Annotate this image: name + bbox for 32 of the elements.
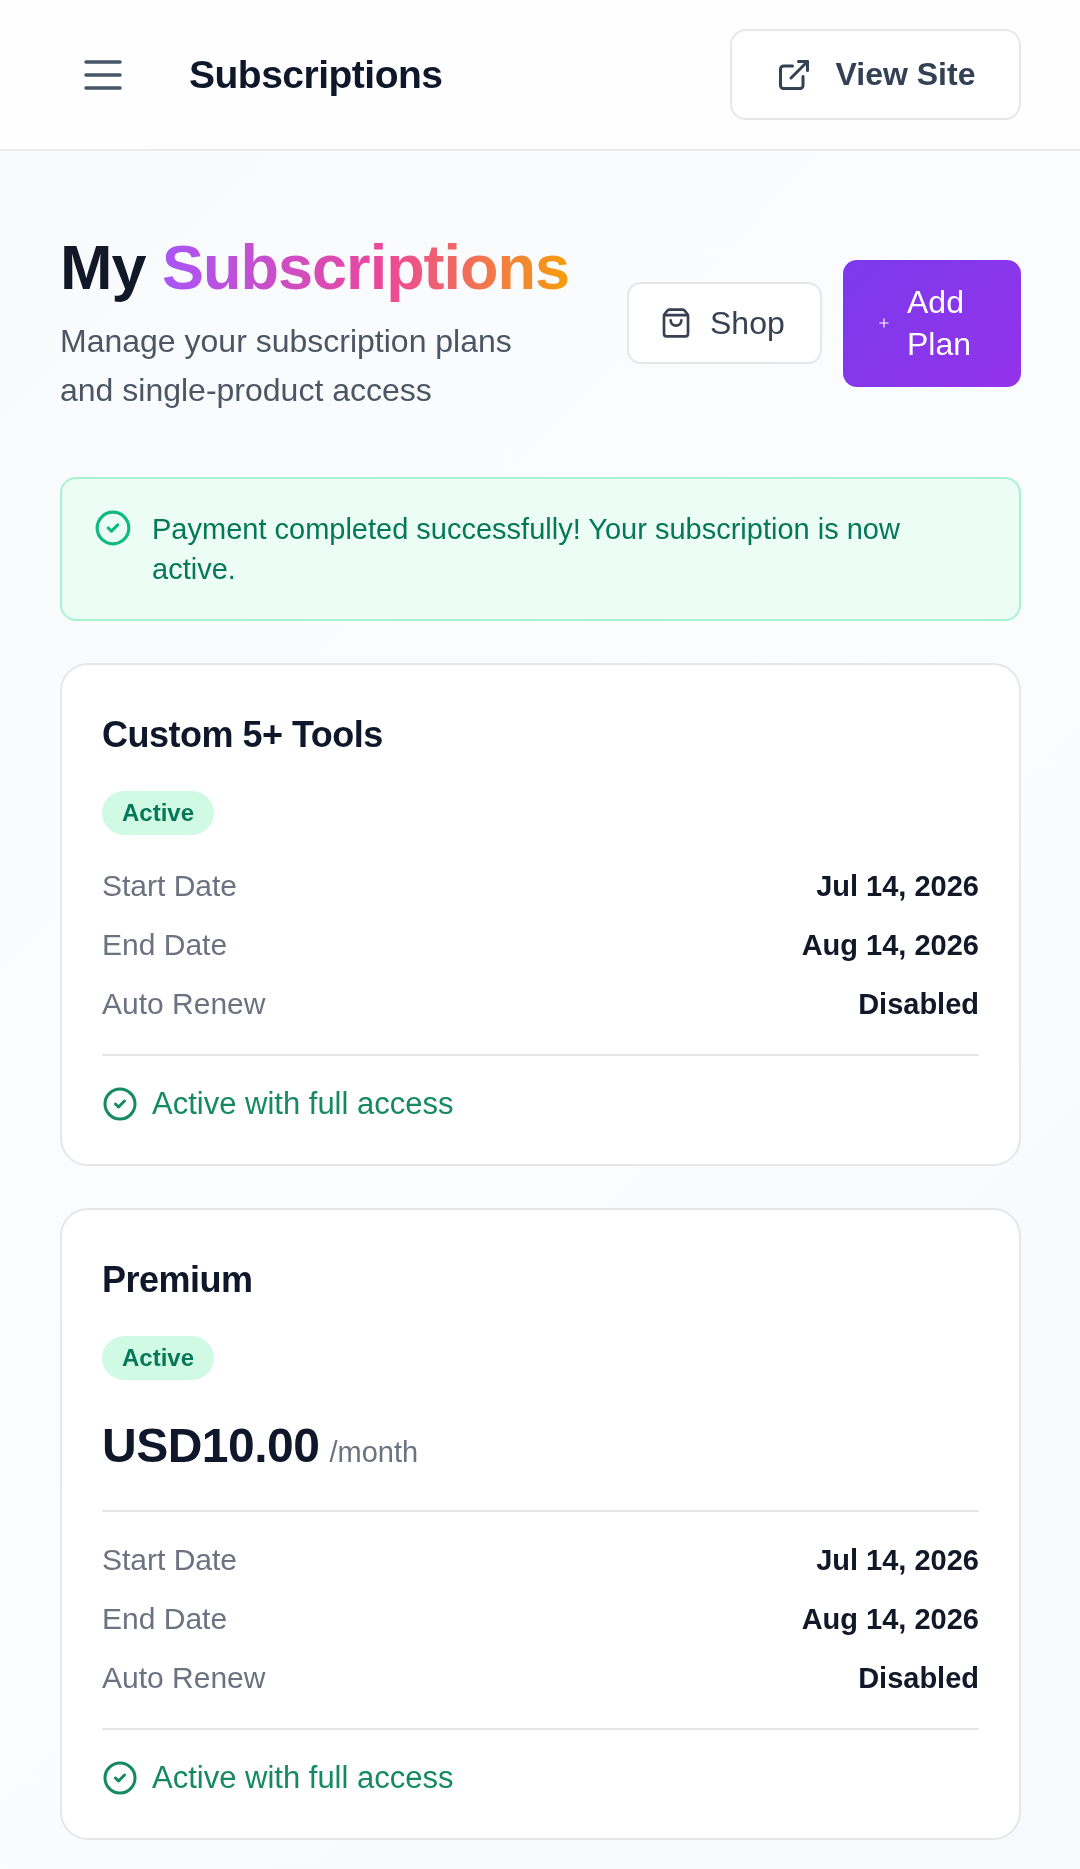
alert-message: Payment completed successfully! Your subscription is now active. [152, 512, 901, 587]
shopping-bag-icon [660, 307, 692, 339]
plus-icon [877, 316, 891, 330]
plan-title: Premium [102, 1258, 254, 1301]
access-status: Active with full access [152, 1085, 454, 1123]
detail-label: End Date [102, 927, 228, 963]
page-subtitle: Manage your subscription plans and single-product access [60, 322, 513, 410]
check-circle-icon [102, 1760, 138, 1796]
detail-label: Start Date [102, 1542, 238, 1578]
price-period: /month [329, 1436, 419, 1469]
plan-title: Custom 5+ Tools [102, 713, 384, 756]
detail-value: Aug 14, 2026 [801, 928, 979, 963]
shop-button[interactable]: Shop [627, 282, 822, 364]
access-status: Active with full access [152, 1759, 454, 1797]
detail-value: Jul 14, 2026 [816, 869, 979, 904]
detail-value: Aug 14, 2026 [801, 1602, 979, 1637]
detail-label: Auto Renew [102, 986, 266, 1022]
detail-value: Disabled [858, 1661, 979, 1696]
detail-value: Jul 14, 2026 [816, 1543, 979, 1578]
page-title: Subscriptions [189, 52, 443, 97]
detail-label: End Date [102, 1601, 228, 1637]
view-site-button[interactable]: View Site [730, 29, 1021, 120]
status-badge: Active [102, 791, 215, 835]
menu-icon[interactable] [84, 59, 122, 90]
price-amount: USD10.00 [102, 1418, 320, 1474]
add-plan-button[interactable]: Add Plan [843, 259, 1021, 387]
detail-label: Auto Renew [102, 1660, 266, 1696]
check-circle-icon [94, 509, 132, 547]
check-circle-icon [102, 1086, 138, 1122]
status-badge: Active [102, 1336, 215, 1380]
detail-value: Disabled [858, 987, 979, 1022]
detail-label: Start Date [102, 868, 238, 904]
